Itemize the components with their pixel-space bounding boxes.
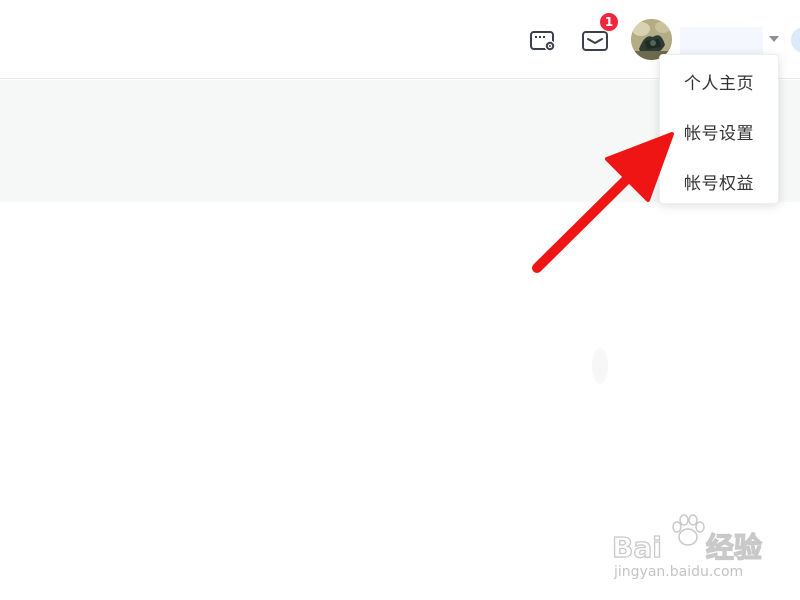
- menu-item-profile[interactable]: 个人主页: [660, 59, 778, 103]
- baidu-jingyan-watermark: Bai 经验 jingyan.baidu.com: [611, 512, 782, 584]
- notification-badge: 1: [599, 12, 619, 32]
- watermark-subtitle: jingyan.baidu.com: [614, 564, 744, 580]
- user-dropdown-menu: 个人主页 帐号设置 帐号权益: [659, 54, 779, 204]
- paw-logo-icon: [672, 514, 705, 546]
- watermark-bai: Bai: [611, 530, 662, 564]
- menu-item-account-rights[interactable]: 帐号权益: [660, 159, 778, 203]
- card-gear-icon[interactable]: [528, 27, 558, 55]
- watermark-jingyan: 经验: [705, 530, 762, 564]
- username-label[interactable]: [680, 27, 763, 55]
- menu-item-account-settings[interactable]: 帐号设置: [660, 109, 778, 153]
- faint-decoration: [592, 348, 608, 384]
- caret-down-icon[interactable]: [769, 36, 779, 42]
- watermark-logo-text: Bai 经验: [611, 526, 762, 566]
